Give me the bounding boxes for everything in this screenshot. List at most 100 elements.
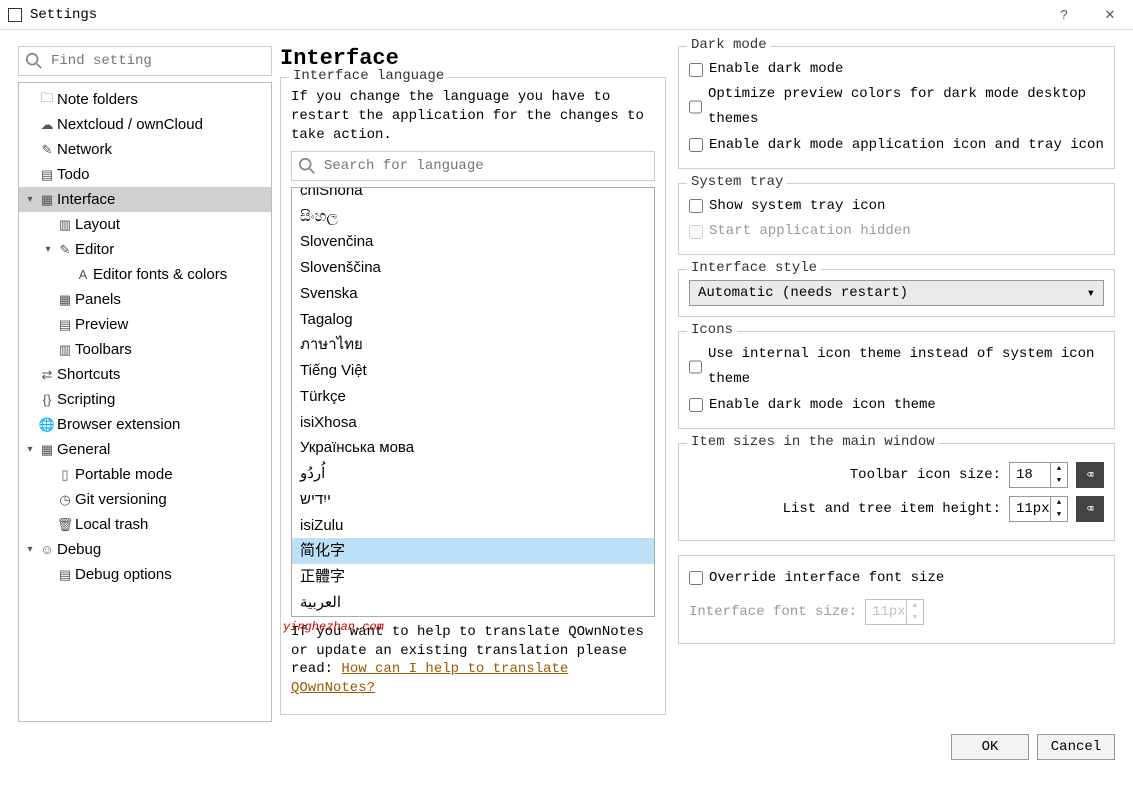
language-option[interactable]: ภาษาไทย: [292, 332, 654, 358]
tree-label: Layout: [75, 216, 120, 233]
toolbar-size-reset[interactable]: ⌫: [1076, 462, 1104, 488]
settings-tree[interactable]: 🗀Note folders☁Nextcloud / ownCloud✎Netwo…: [18, 82, 272, 722]
cancel-button[interactable]: Cancel: [1037, 734, 1115, 760]
chevron-icon: ▾: [23, 544, 37, 555]
debug-icon: ☺: [37, 542, 57, 557]
sidebar-item-note-folders[interactable]: 🗀Note folders: [19, 87, 271, 112]
interface-style-group: Interface style Automatic (needs restart…: [678, 269, 1115, 317]
tree-label: Scripting: [57, 391, 115, 408]
find-setting-input[interactable]: [51, 53, 265, 69]
sidebar-item-shortcuts[interactable]: ⇄Shortcuts: [19, 362, 271, 387]
app-icon: [8, 8, 22, 22]
layout-icon: ▥: [55, 217, 75, 233]
tree-label: Browser extension: [57, 416, 180, 433]
list-height-reset[interactable]: ⌫: [1076, 496, 1104, 522]
sidebar-item-network[interactable]: ✎Network: [19, 137, 271, 162]
sidebar-item-todo[interactable]: ▤Todo: [19, 162, 271, 187]
sidebar-item-layout[interactable]: ▥Layout: [19, 212, 271, 237]
sidebar-item-interface[interactable]: ▾▦Interface: [19, 187, 271, 212]
language-option[interactable]: isiXhosa: [292, 410, 654, 436]
editor-icon: ✎: [55, 242, 75, 258]
chevron-icon: ▾: [23, 444, 37, 455]
sidebar-item-git-versioning[interactable]: ◷Git versioning: [19, 487, 271, 512]
sidebar-item-scripting[interactable]: {}Scripting: [19, 387, 271, 412]
search-icon: [25, 52, 43, 70]
language-search[interactable]: [291, 151, 655, 181]
language-search-input[interactable]: [324, 158, 648, 174]
tree-label: Editor fonts & colors: [93, 266, 227, 283]
language-legend: Interface language: [289, 68, 448, 84]
sidebar-item-editor-fonts-colors[interactable]: AEditor fonts & colors: [19, 262, 271, 287]
language-option[interactable]: 简化字: [292, 538, 654, 564]
fonts-icon: A: [73, 267, 93, 282]
chevron-icon: ▾: [23, 194, 37, 205]
language-option[interactable]: العربية: [292, 590, 654, 616]
language-option[interactable]: chiShona: [292, 187, 654, 204]
tree-label: Portable mode: [75, 466, 173, 483]
optimize-preview-checkbox[interactable]: Optimize preview colors for dark mode de…: [689, 82, 1104, 132]
sidebar-item-local-trash[interactable]: 🗑Local trash: [19, 512, 271, 537]
list-height-label: List and tree item height:: [783, 501, 1001, 517]
find-setting-search[interactable]: [18, 46, 272, 76]
help-button[interactable]: ?: [1041, 0, 1087, 30]
close-button[interactable]: ✕: [1087, 0, 1133, 30]
dark-mode-group: Dark mode Enable dark mode Optimize prev…: [678, 46, 1115, 169]
language-option[interactable]: Українська мова: [292, 435, 654, 461]
sidebar-item-debug-options[interactable]: ▤Debug options: [19, 562, 271, 587]
tree-label: Git versioning: [75, 491, 167, 508]
internal-icon-theme-checkbox[interactable]: Use internal icon theme instead of syste…: [689, 342, 1104, 392]
sidebar-item-general[interactable]: ▾▦General: [19, 437, 271, 462]
interface-icon: ▦: [37, 192, 57, 208]
tree-label: Preview: [75, 316, 128, 333]
chevron-icon: ▾: [41, 244, 55, 255]
sidebar-item-portable-mode[interactable]: ▯Portable mode: [19, 462, 271, 487]
language-option[interactable]: Svenska: [292, 281, 654, 307]
portable-icon: ▯: [55, 467, 75, 483]
sidebar-item-panels[interactable]: ▦Panels: [19, 287, 271, 312]
dialog-footer: OK Cancel: [0, 730, 1133, 760]
enable-dark-mode-checkbox[interactable]: Enable dark mode: [689, 57, 1104, 82]
window-title: Settings: [30, 7, 1041, 23]
language-option[interactable]: 正體字: [292, 564, 654, 590]
sidebar-item-toolbars[interactable]: ▥Toolbars: [19, 337, 271, 362]
tree-label: Todo: [57, 166, 90, 183]
tree-label: Note folders: [57, 91, 138, 108]
language-option[interactable]: Slovenčina: [292, 229, 654, 255]
tree-label: Editor: [75, 241, 114, 258]
start-hidden-checkbox: Start application hidden: [689, 219, 1104, 244]
interface-style-combo[interactable]: Automatic (needs restart) ▾: [689, 280, 1104, 306]
dark-tray-icon-checkbox[interactable]: Enable dark mode application icon and tr…: [689, 133, 1104, 158]
language-option[interactable]: isiZulu: [292, 513, 654, 539]
system-tray-group: System tray Show system tray icon Start …: [678, 183, 1115, 255]
shortcuts-icon: ⇄: [37, 367, 57, 383]
language-note: If you change the language you have to r…: [291, 88, 655, 145]
ok-button[interactable]: OK: [951, 734, 1029, 760]
chevron-down-icon: ▾: [1087, 285, 1095, 302]
language-list[interactable]: русскийСрпскиShqipchiShonaසිංහලSlovenčin…: [291, 187, 655, 617]
tree-label: General: [57, 441, 110, 458]
icons-group: Icons Use internal icon theme instead of…: [678, 331, 1115, 429]
list-height-spinner[interactable]: 11px ▲▼: [1009, 496, 1068, 522]
language-option[interactable]: Slovenščina: [292, 255, 654, 281]
language-option[interactable]: ייִדיש: [292, 487, 654, 513]
language-option[interactable]: Türkçe: [292, 384, 654, 410]
sidebar-item-browser-extension[interactable]: 🌐Browser extension: [19, 412, 271, 437]
dark-icon-theme-checkbox[interactable]: Enable dark mode icon theme: [689, 393, 1104, 418]
override-font-size-checkbox[interactable]: Override interface font size: [689, 566, 1104, 591]
show-tray-checkbox[interactable]: Show system tray icon: [689, 194, 1104, 219]
font-size-label: Interface font size:: [689, 604, 857, 620]
trash-icon: 🗑: [55, 517, 75, 533]
language-option[interactable]: Tagalog: [292, 307, 654, 333]
watermark: yinghezhan.com: [283, 619, 384, 635]
language-option[interactable]: اُردُو: [292, 461, 654, 487]
search-icon: [298, 157, 316, 175]
sidebar-item-editor[interactable]: ▾✎Editor: [19, 237, 271, 262]
tree-label: Interface: [57, 191, 115, 208]
sidebar-item-debug[interactable]: ▾☺Debug: [19, 537, 271, 562]
language-option[interactable]: Tiếng Việt: [292, 358, 654, 384]
toolbar-size-spinner[interactable]: 18 ▲▼: [1009, 462, 1068, 488]
tree-label: Shortcuts: [57, 366, 120, 383]
sidebar-item-preview[interactable]: ▤Preview: [19, 312, 271, 337]
language-option[interactable]: සිංහල: [292, 204, 654, 230]
sidebar-item-nextcloud-owncloud[interactable]: ☁Nextcloud / ownCloud: [19, 112, 271, 137]
